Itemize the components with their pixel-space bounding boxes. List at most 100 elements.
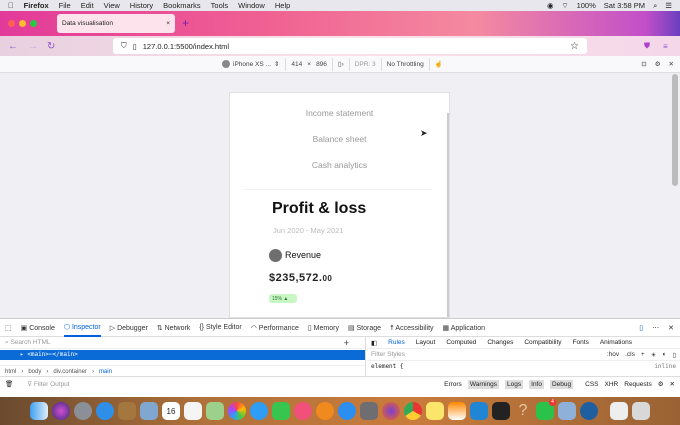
- wifi-icon[interactable]: ⌔: [562, 1, 569, 11]
- tab-debugger[interactable]: ▷ Debugger: [110, 324, 148, 332]
- record-icon[interactable]: ◉: [547, 1, 554, 10]
- photos-icon[interactable]: [228, 402, 246, 420]
- help-icon[interactable]: ?: [514, 402, 532, 420]
- tab-close-icon[interactable]: ×: [166, 20, 170, 27]
- battery-text[interactable]: 100%: [577, 1, 596, 10]
- device-scrollbar[interactable]: [447, 113, 449, 317]
- system-preferences-icon[interactable]: [360, 402, 378, 420]
- breadcrumb-body[interactable]: body: [28, 369, 41, 375]
- trash-icon[interactable]: 🗑: [5, 380, 13, 388]
- device-select[interactable]: iPhone XS ... ⇕: [222, 60, 279, 68]
- touch-simulation-icon[interactable]: ☝: [428, 57, 448, 71]
- tab-compatibility[interactable]: Compatibility: [524, 339, 561, 346]
- siri-icon[interactable]: [52, 402, 70, 420]
- throttling-select[interactable]: No Throttling: [380, 57, 429, 71]
- tab-accessibility[interactable]: ☨ Accessibility: [390, 324, 434, 332]
- cls-button[interactable]: .cls: [625, 351, 635, 358]
- minimize-window-icon[interactable]: [19, 20, 26, 27]
- dpr-select[interactable]: DPR: 3: [348, 57, 381, 71]
- screenshot-icon[interactable]: ⊡: [641, 60, 646, 68]
- forward-icon[interactable]: →: [28, 41, 38, 52]
- filter-debug[interactable]: Debug: [549, 379, 574, 389]
- add-rule-icon[interactable]: +: [641, 351, 645, 358]
- tab-performance[interactable]: ◠ Performance: [251, 324, 299, 332]
- filter-xhr[interactable]: XHR: [605, 381, 619, 388]
- print-icon[interactable]: ▯: [672, 351, 676, 359]
- tab-data-visualisation[interactable]: Data visualisation ×: [57, 14, 175, 33]
- tab-memory[interactable]: ▯ Memory: [308, 324, 339, 332]
- image-capture-icon[interactable]: [558, 402, 576, 420]
- pocket-icon[interactable]: ⛊: [644, 41, 650, 51]
- notes-icon[interactable]: [426, 402, 444, 420]
- shield-icon[interactable]: ⛉: [121, 41, 127, 51]
- breadcrumb-html[interactable]: html: [5, 369, 16, 375]
- close-window-icon[interactable]: [8, 20, 15, 27]
- dark-theme-icon[interactable]: ◐: [662, 351, 666, 358]
- add-node-icon[interactable]: +: [344, 338, 349, 348]
- menu-view[interactable]: View: [104, 1, 120, 10]
- menu-window[interactable]: Window: [238, 1, 265, 10]
- console-settings-icon[interactable]: ⚙: [658, 380, 664, 388]
- close-rdm-icon[interactable]: ✕: [669, 60, 674, 68]
- menu-bookmarks[interactable]: Bookmarks: [163, 1, 201, 10]
- tab-application[interactable]: ▦ Application: [443, 324, 485, 332]
- quicktime-icon[interactable]: [580, 402, 598, 420]
- nav-cash-analytics[interactable]: Cash analytics: [230, 160, 449, 170]
- menu-icon[interactable]: ≡: [663, 42, 668, 51]
- tab-style-editor[interactable]: {} Style Editor: [199, 324, 241, 331]
- menu-edit[interactable]: Edit: [81, 1, 94, 10]
- filter-errors[interactable]: Errors: [444, 381, 462, 388]
- search-html-input[interactable]: ⌕ Search HTML +: [0, 337, 365, 349]
- width-input[interactable]: 414: [285, 57, 307, 71]
- zoom-window-icon[interactable]: [30, 20, 37, 27]
- launchpad-icon[interactable]: [74, 402, 92, 420]
- apple-icon[interactable]: : [8, 1, 14, 10]
- notebook-icon[interactable]: [118, 402, 136, 420]
- tab-layout[interactable]: Layout: [416, 339, 436, 346]
- filter-css[interactable]: CSS: [585, 381, 598, 388]
- close-console-icon[interactable]: ✕: [670, 380, 675, 388]
- settings-icon[interactable]: ⚙: [655, 60, 661, 68]
- breadcrumb-main[interactable]: main: [99, 369, 112, 375]
- music-icon[interactable]: [294, 402, 312, 420]
- url-text[interactable]: 127.0.0.1:5500/index.html: [143, 42, 229, 51]
- menu-tools[interactable]: Tools: [211, 1, 229, 10]
- responsive-mode-icon[interactable]: ▯: [639, 324, 643, 332]
- books-icon[interactable]: [316, 402, 334, 420]
- control-center-icon[interactable]: ☰: [665, 1, 672, 10]
- menu-history[interactable]: History: [130, 1, 153, 10]
- selected-node[interactable]: ▸ <main>⋯</main>: [0, 350, 365, 360]
- facetime-icon[interactable]: [272, 402, 290, 420]
- safari-icon[interactable]: [96, 402, 114, 420]
- trash-icon[interactable]: [632, 402, 650, 420]
- reminders-icon[interactable]: [184, 402, 202, 420]
- reload-icon[interactable]: ↻: [47, 41, 55, 52]
- menu-file[interactable]: File: [59, 1, 71, 10]
- terminal-icon[interactable]: [492, 402, 510, 420]
- menu-app[interactable]: Firefox: [24, 1, 49, 10]
- url-bar[interactable]: ⛉ ▯ 127.0.0.1:5500/index.html ☆: [113, 38, 587, 54]
- tab-network[interactable]: ⇅ Network: [157, 324, 191, 332]
- more-icon[interactable]: ⋯: [652, 324, 659, 332]
- vscode-icon[interactable]: [470, 402, 488, 420]
- filter-info[interactable]: Info: [529, 379, 544, 389]
- filter-requests[interactable]: Requests: [624, 381, 651, 388]
- firefox-icon[interactable]: [382, 402, 400, 420]
- back-icon[interactable]: ←: [8, 41, 18, 52]
- tab-changes[interactable]: Changes: [487, 339, 513, 346]
- new-tab-button[interactable]: +: [182, 16, 189, 30]
- close-devtools-icon[interactable]: ✕: [668, 324, 674, 332]
- keychain-icon[interactable]: [610, 402, 628, 420]
- app-store-icon[interactable]: [338, 402, 356, 420]
- nav-balance-sheet[interactable]: Balance sheet: [230, 134, 449, 144]
- filter-output-input[interactable]: ⊽ Filter Output: [27, 380, 69, 388]
- vlc-icon[interactable]: [448, 402, 466, 420]
- tab-fonts[interactable]: Fonts: [573, 339, 589, 346]
- bookmark-star-icon[interactable]: ☆: [570, 41, 579, 52]
- chrome-icon[interactable]: [404, 402, 422, 420]
- viewport-scrollbar[interactable]: [672, 74, 678, 186]
- sidebar-toggle-icon[interactable]: ◧: [371, 339, 377, 347]
- tab-console[interactable]: ▣ Console: [21, 324, 55, 332]
- rotate-icon[interactable]: ▯›: [331, 57, 349, 71]
- whatsapp-icon[interactable]: 4: [536, 399, 556, 420]
